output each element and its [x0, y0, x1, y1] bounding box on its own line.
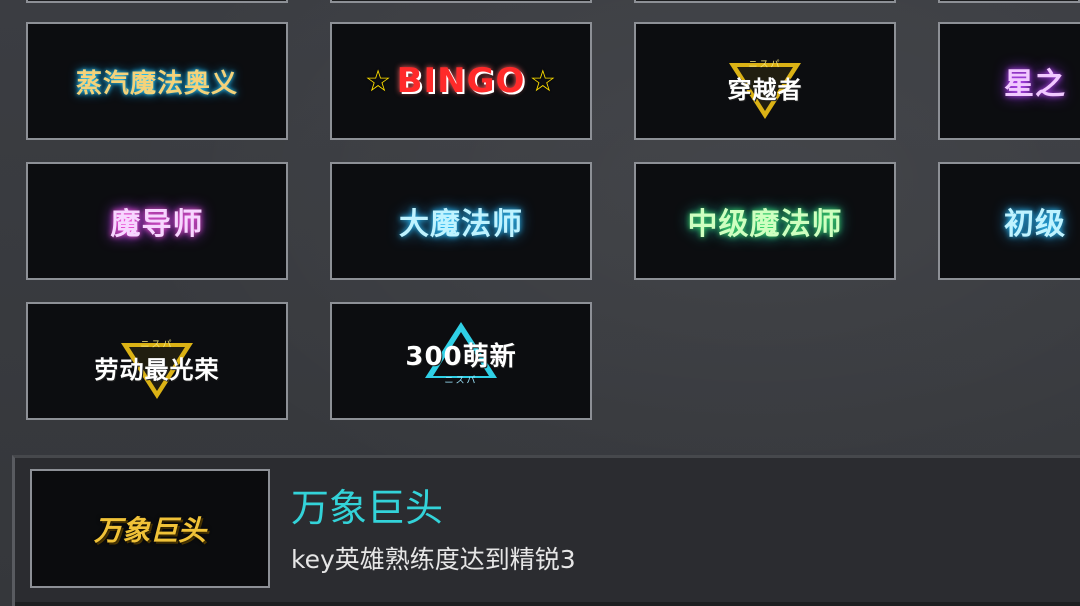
title-badge-star: 星之	[1004, 67, 1066, 102]
title-tile-newbie-300[interactable]: 300萌新 ニスパ	[330, 302, 592, 420]
title-tag: ニスパ	[748, 60, 782, 70]
title-badge-junior: 初级	[1004, 207, 1066, 242]
tile-top-row-2[interactable]	[330, 0, 592, 3]
tile-top-row-3[interactable]	[634, 0, 896, 3]
title-tile-labor-glory[interactable]: ニスパ 劳动最光荣	[26, 302, 288, 420]
title-tile-star-partial[interactable]: 星之	[938, 22, 1080, 140]
title-tag: ニスパ	[444, 376, 478, 386]
title-tile-grand-mage[interactable]: 大魔法师	[330, 162, 592, 280]
title-tile-magic-guide[interactable]: 魔导师	[26, 162, 288, 280]
title-tag: ニスパ	[140, 340, 174, 350]
title-badge-steam-magic: 蒸汽魔法奥义	[75, 68, 238, 99]
title-badge-bingo: ☆ BINGO ☆	[365, 61, 558, 101]
title-badge-time-traveler: ニスパ 穿越者	[727, 57, 803, 119]
title-tile-steam-magic[interactable]: 蒸汽魔法奥义	[26, 22, 288, 140]
selected-title-preview: 万象巨头	[30, 469, 270, 588]
title-badge-grand-mage: 大魔法师	[399, 207, 523, 242]
title-text-bingo: BINGO	[396, 61, 526, 101]
tile-top-row-1[interactable]	[26, 0, 288, 3]
title-badge-magic-guide: 魔导师	[110, 207, 204, 242]
title-text-newbie-300: 300萌新	[405, 342, 517, 372]
title-text-time-traveler: 穿越者	[727, 76, 803, 104]
panel-bottom-edge	[15, 602, 1080, 606]
tile-top-row-4[interactable]	[938, 0, 1080, 3]
title-tile-time-traveler[interactable]: ニスパ 穿越者	[634, 22, 896, 140]
selected-badge-text: 万象巨头	[93, 513, 206, 547]
star-icon: ☆	[364, 63, 393, 99]
title-tile-bingo[interactable]: ☆ BINGO ☆	[330, 22, 592, 140]
title-text-labor-glory: 劳动最光荣	[94, 356, 220, 384]
title-badge-newbie-300: 300萌新 ニスパ	[405, 322, 517, 386]
title-tile-mid-mage[interactable]: 中级魔法师	[634, 162, 896, 280]
star-icon: ☆	[529, 63, 558, 99]
title-badge-labor-glory: ニスパ 劳动最光荣	[94, 337, 220, 399]
selected-title-description: key英雄熟练度达到精锐3	[291, 545, 576, 574]
selected-title-name: 万象巨头	[291, 486, 444, 530]
title-tile-junior-partial[interactable]: 初级	[938, 162, 1080, 280]
title-badge-mid-mage: 中级魔法师	[687, 207, 843, 242]
